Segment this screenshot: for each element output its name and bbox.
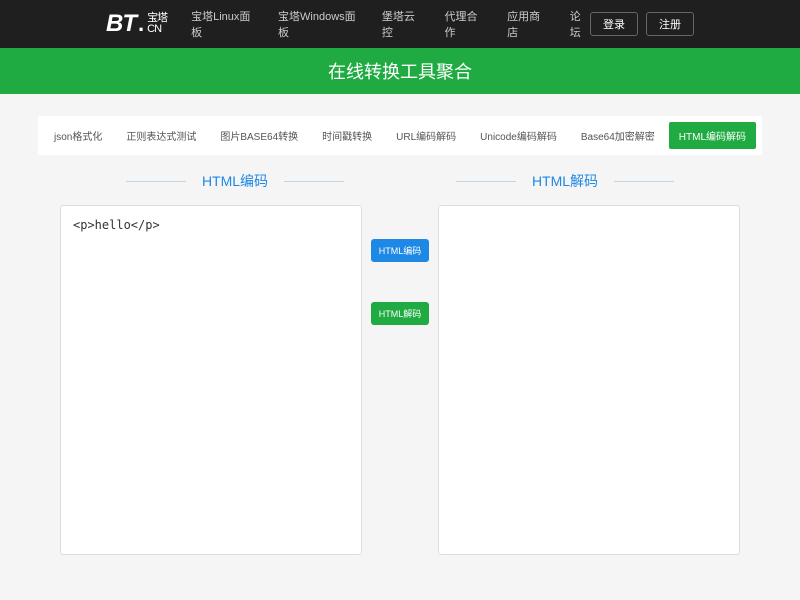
auth-links: 登录 注册 (590, 12, 694, 36)
divider-line (284, 181, 344, 182)
input-textarea[interactable] (60, 205, 362, 555)
nav-windows[interactable]: 宝塔Windows面板 (278, 8, 360, 40)
action-buttons: HTML编码 HTML解码 (370, 205, 430, 555)
logo-bt: BT (106, 10, 136, 38)
register-link[interactable]: 注册 (646, 12, 694, 36)
nav-cloud[interactable]: 堡塔云控 (382, 8, 423, 40)
tab-unicode[interactable]: Unicode编码解码 (470, 122, 567, 149)
logo-sub: 宝塔 CN (147, 13, 167, 35)
tab-html[interactable]: HTML编码解码 (669, 122, 756, 149)
banner-title: 在线转换工具聚合 (328, 58, 472, 84)
left-title: HTML编码 (202, 171, 268, 191)
page-banner: 在线转换工具聚合 (0, 48, 800, 94)
main-content: HTML编码 HTML解码 (0, 191, 800, 555)
nav-forum[interactable]: 论坛 (570, 8, 590, 40)
tab-json[interactable]: json格式化 (44, 122, 112, 149)
tab-base64img[interactable]: 图片BASE64转换 (210, 122, 308, 149)
nav-linux[interactable]: 宝塔Linux面板 (191, 8, 256, 40)
left-title-col: HTML编码 (70, 171, 400, 191)
tab-timestamp[interactable]: 时间戳转换 (312, 122, 382, 149)
nav-store[interactable]: 应用商店 (507, 8, 548, 40)
decode-button[interactable]: HTML解码 (371, 302, 430, 325)
logo[interactable]: BT. 宝塔 CN (106, 10, 167, 38)
divider-line (456, 181, 516, 182)
encode-button[interactable]: HTML编码 (371, 239, 430, 262)
logo-dot: . (138, 11, 143, 37)
nav-agent[interactable]: 代理合作 (444, 8, 485, 40)
logo-sub2: CN (147, 24, 167, 35)
tool-tabs: json格式化 正则表达式测试 图片BASE64转换 时间戳转换 URL编码解码… (38, 116, 762, 155)
top-header: BT. 宝塔 CN 宝塔Linux面板 宝塔Windows面板 堡塔云控 代理合… (0, 0, 800, 48)
right-title-col: HTML解码 (400, 171, 730, 191)
tabs-container: json格式化 正则表达式测试 图片BASE64转换 时间戳转换 URL编码解码… (0, 116, 800, 155)
output-textarea[interactable] (438, 205, 740, 555)
tab-url[interactable]: URL编码解码 (386, 122, 466, 149)
divider-line (126, 181, 186, 182)
login-link[interactable]: 登录 (590, 12, 638, 36)
right-title: HTML解码 (532, 171, 598, 191)
tab-base64[interactable]: Base64加密解密 (571, 122, 665, 149)
section-titles: HTML编码 HTML解码 (0, 171, 800, 191)
tab-regex[interactable]: 正则表达式测试 (116, 122, 206, 149)
main-nav: 宝塔Linux面板 宝塔Windows面板 堡塔云控 代理合作 应用商店 论坛 (191, 8, 590, 40)
divider-line (614, 181, 674, 182)
